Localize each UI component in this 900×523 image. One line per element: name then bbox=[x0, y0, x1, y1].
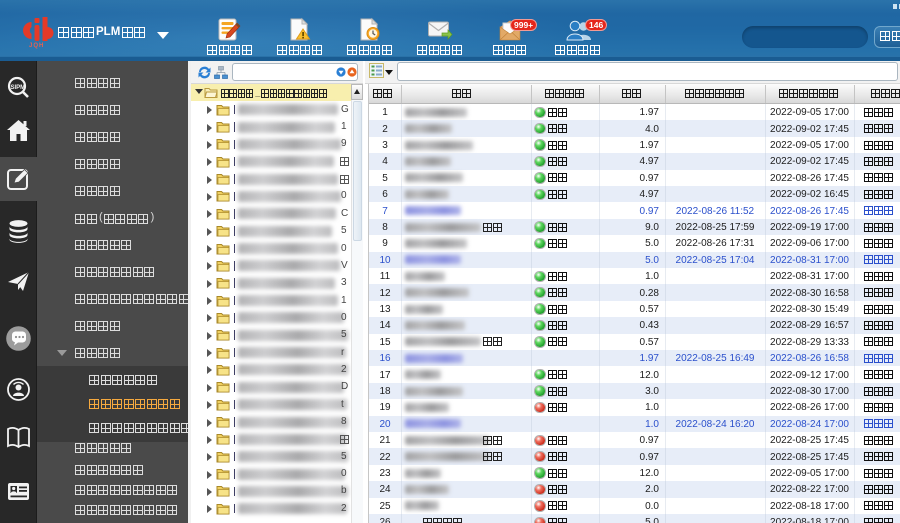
svg-text:JQH: JQH bbox=[29, 43, 44, 49]
svg-text:SIPM: SIPM bbox=[11, 85, 26, 91]
